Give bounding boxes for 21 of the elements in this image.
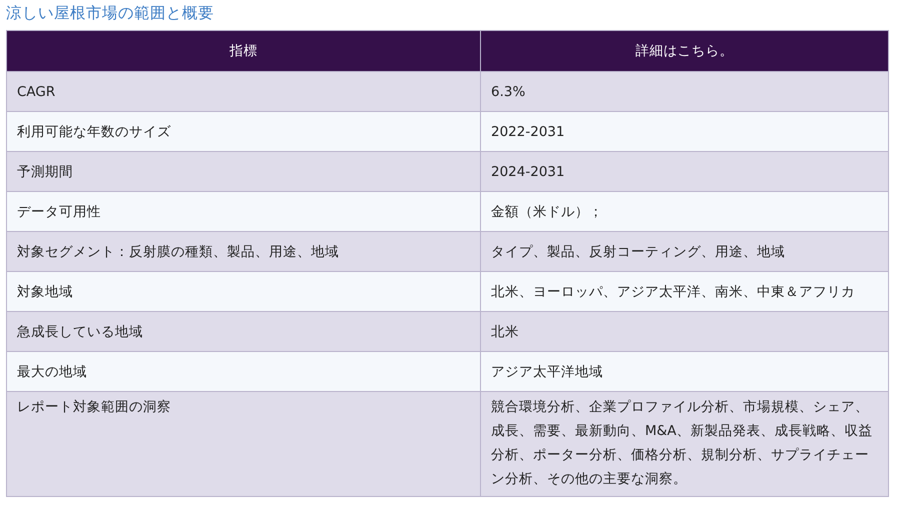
- table-cell: レポート対象範囲の洞察: [6, 392, 480, 496]
- table-cell: データ可用性: [6, 192, 480, 232]
- table-cell: 2022-2031: [480, 112, 888, 152]
- table-cell: タイプ、製品、反射コーティング、用途、地域: [480, 232, 888, 272]
- table-cell: 利用可能な年数のサイズ: [6, 112, 480, 152]
- table-cell: 対象地域: [6, 272, 480, 312]
- table-cell: 最大の地域: [6, 352, 480, 392]
- section-title: 涼しい屋根市場の範囲と概要: [5, 3, 215, 24]
- table-cell: 予測期間: [6, 152, 480, 192]
- table-cell: 北米、ヨーロッパ、アジア太平洋、南米、中東＆アフリカ: [480, 272, 888, 312]
- table-cell: 競合環境分析、企業プロファイル分析、市場規模、シェア、成長、需要、最新動向、M&A、新製品発表、成長戦略、収益分析、ポーター分析、価格分析、規制分析、サプライチェーン分析、その他の主要な洞察。: [480, 392, 888, 496]
- table-cell: CAGR: [6, 72, 480, 112]
- column-header: 詳細はこちら。: [480, 30, 888, 72]
- column-header: 指標: [6, 30, 480, 72]
- table-cell: アジア太平洋地域: [480, 352, 888, 392]
- table-cell: 6.3%: [480, 72, 888, 112]
- table-cell: 急成長している地域: [6, 312, 480, 352]
- table-cell: 北米: [480, 312, 888, 352]
- table-cell: 金額（米ドル）；: [480, 192, 888, 232]
- table-cell: 2024-2031: [480, 152, 888, 192]
- table-cell: 対象セグメント：反射膜の種類、製品、用途、地域: [6, 232, 480, 272]
